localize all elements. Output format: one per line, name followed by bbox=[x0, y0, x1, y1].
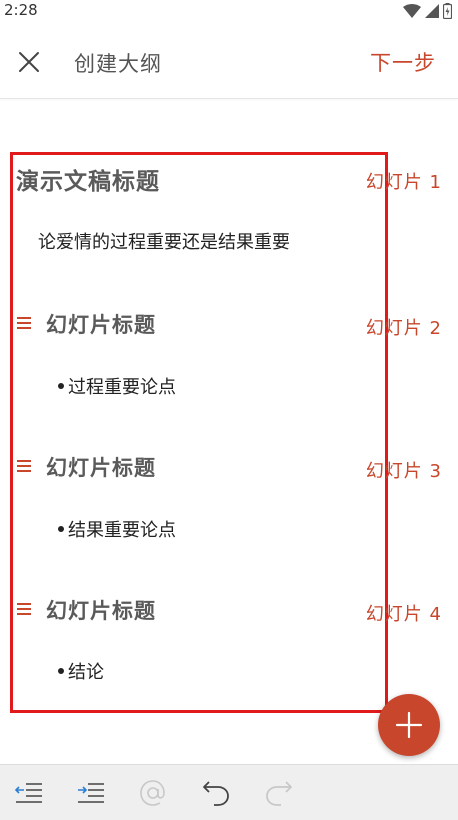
drag-handle-icon[interactable] bbox=[17, 602, 33, 616]
close-button[interactable] bbox=[10, 43, 48, 81]
slide-number-3: 幻灯片 3 bbox=[365, 461, 442, 482]
slide-number-1: 幻灯片 1 bbox=[365, 172, 442, 193]
slide-number-2: 幻灯片 2 bbox=[365, 318, 442, 339]
slide-title-3[interactable]: 幻灯片标题 bbox=[46, 452, 156, 482]
redo-icon bbox=[266, 781, 292, 806]
bullet-dot bbox=[58, 526, 64, 532]
slide-number-4: 幻灯片 4 bbox=[365, 604, 442, 625]
bullet-text: 过程重要论点 bbox=[68, 377, 176, 398]
at-icon bbox=[140, 780, 165, 806]
presentation-title[interactable]: 演示文稿标题 bbox=[16, 162, 160, 196]
app-bar: 创建大纲 下一步 bbox=[0, 26, 458, 99]
indent-button[interactable] bbox=[74, 777, 108, 809]
status-bar: 2:28 bbox=[0, 0, 458, 24]
slide-title-2[interactable]: 幻灯片标题 bbox=[46, 309, 156, 339]
close-icon bbox=[19, 52, 39, 72]
drag-handle-icon[interactable] bbox=[17, 459, 33, 473]
next-button[interactable]: 下一步 bbox=[370, 47, 436, 77]
screen: 2:28 创建大纲 下一步 演示文稿标题 幻灯片 1 论爱情的过程重要还是结果重… bbox=[0, 0, 458, 820]
add-slide-button[interactable] bbox=[378, 694, 440, 756]
status-icons bbox=[403, 2, 452, 20]
bottom-toolbar bbox=[0, 764, 458, 820]
battery-icon bbox=[443, 3, 452, 19]
slide-bullet-4[interactable]: 结论 bbox=[58, 658, 104, 684]
outdent-button[interactable] bbox=[12, 777, 46, 809]
redo-button[interactable] bbox=[262, 777, 296, 809]
presentation-subtitle[interactable]: 论爱情的过程重要还是结果重要 bbox=[38, 228, 290, 254]
bullet-dot bbox=[58, 383, 64, 389]
page-title: 创建大纲 bbox=[74, 52, 162, 76]
slide-title-4[interactable]: 幻灯片标题 bbox=[46, 595, 156, 625]
outdent-icon bbox=[14, 783, 42, 803]
mention-button[interactable] bbox=[136, 777, 170, 809]
slide-bullet-2[interactable]: 过程重要论点 bbox=[58, 373, 176, 399]
status-time: 2:28 bbox=[4, 1, 38, 19]
slide-bullet-3[interactable]: 结果重要论点 bbox=[58, 516, 176, 542]
signal-icon bbox=[425, 4, 439, 18]
wifi-icon bbox=[403, 4, 421, 18]
plus-icon bbox=[395, 711, 423, 739]
undo-icon bbox=[203, 781, 229, 806]
bullet-text: 结果重要论点 bbox=[68, 520, 176, 541]
bullet-text: 结论 bbox=[68, 662, 104, 683]
drag-handle-icon[interactable] bbox=[17, 316, 33, 330]
bullet-dot bbox=[58, 668, 64, 674]
undo-button[interactable] bbox=[199, 777, 233, 809]
indent-icon bbox=[78, 783, 104, 803]
